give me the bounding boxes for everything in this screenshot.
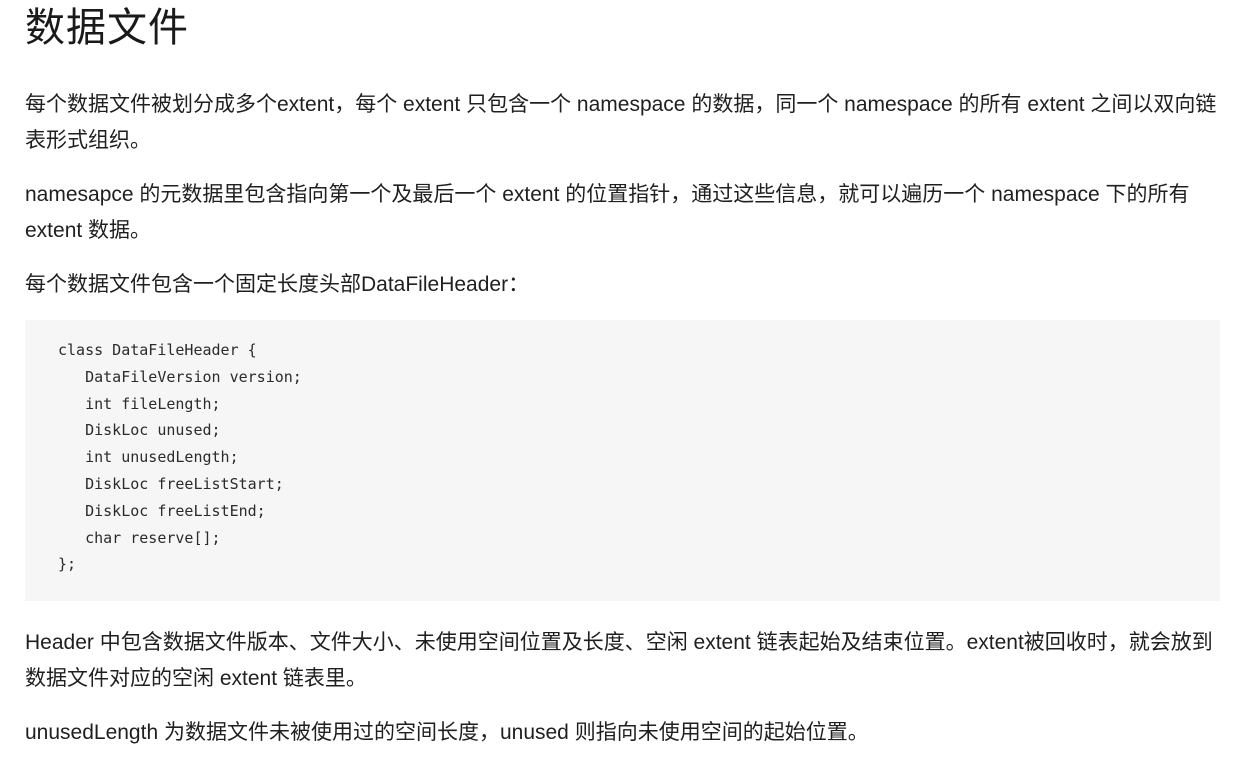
code-line: char reserve[]; bbox=[58, 528, 221, 547]
code-block: class DataFileHeader { DataFileVersion v… bbox=[25, 320, 1220, 601]
code-line: DiskLoc freeListStart; bbox=[58, 474, 284, 493]
code-line: DiskLoc freeListEnd; bbox=[58, 501, 266, 520]
document-body: 数据文件 每个数据文件被划分成多个extent，每个 extent 只包含一个 … bbox=[25, 0, 1220, 751]
code-line: int fileLength; bbox=[58, 394, 221, 413]
code-line: class DataFileHeader { bbox=[58, 341, 257, 359]
paragraph-namespace-pointers: namesapce 的元数据里包含指向第一个及最后一个 extent 的位置指针… bbox=[25, 183, 1196, 242]
paragraph-header-intro: 每个数据文件包含一个固定长度头部DataFileHeader： bbox=[25, 273, 530, 296]
code-line: DiskLoc unused; bbox=[58, 421, 221, 440]
code-line: int unusedLength; bbox=[58, 448, 239, 467]
paragraph-unused-length: unusedLength 为数据文件未被使用过的空间长度，unused 则指向未… bbox=[25, 721, 869, 744]
paragraph-header-contents: Header 中包含数据文件版本、文件大小、未使用空间位置及长度、空闲 exte… bbox=[25, 631, 1213, 690]
code-line: DataFileVersion version; bbox=[58, 367, 302, 386]
paragraph-extent-intro: 每个数据文件被划分成多个extent，每个 extent 只包含一个 names… bbox=[25, 93, 1217, 152]
code-line: }; bbox=[58, 555, 77, 574]
page-title: 数据文件 bbox=[25, 6, 189, 50]
